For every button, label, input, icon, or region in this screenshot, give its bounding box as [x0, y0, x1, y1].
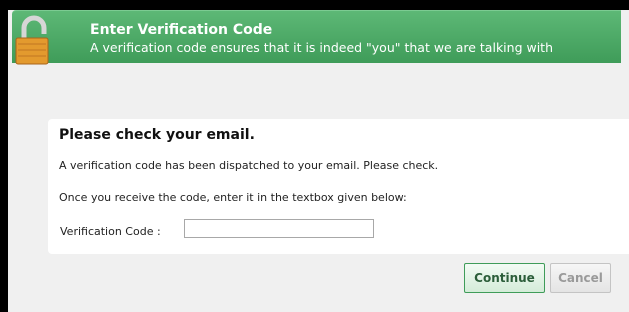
message-line-instructions: Once you receive the code, enter it in t… [59, 191, 407, 204]
message-title: Please check your email. [59, 127, 255, 143]
padlock-icon [15, 15, 49, 65]
verification-code-label: Verification Code : [60, 225, 161, 238]
continue-button[interactable]: Continue [464, 263, 545, 293]
dialog-title: Enter Verification Code [90, 22, 273, 38]
verification-code-input[interactable] [184, 219, 374, 238]
message-line-dispatched: A verification code has been dispatched … [59, 159, 439, 172]
cancel-button[interactable]: Cancel [550, 263, 611, 293]
dialog-subtitle: A verification code ensures that it is i… [90, 40, 554, 55]
